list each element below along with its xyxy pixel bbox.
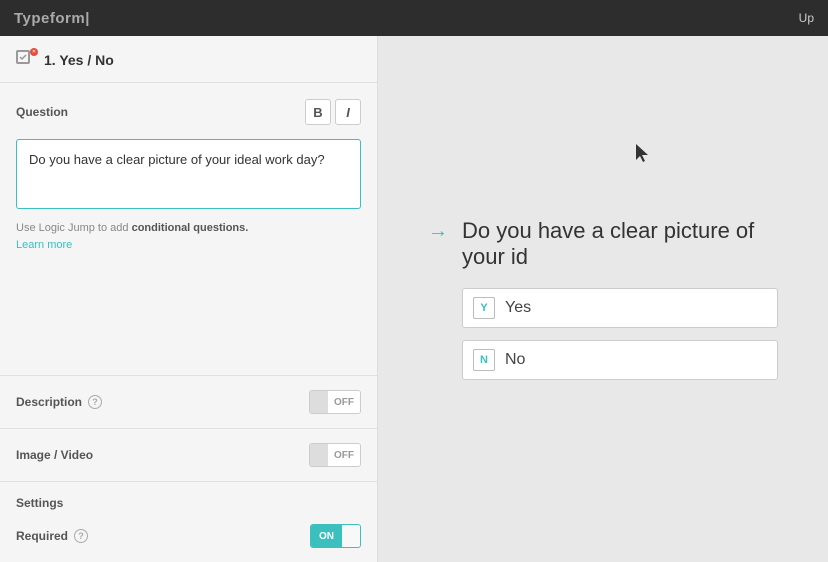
panel-body: Question B I Do you have a clear picture… xyxy=(0,83,377,375)
logo-bar: | xyxy=(85,10,90,27)
question-number-title: 1. Yes / No xyxy=(44,52,114,68)
yes-no-icon: ✕ xyxy=(16,50,36,70)
image-video-row: Image / Video OFF xyxy=(0,428,377,481)
top-bar: Typeform| Up xyxy=(0,0,828,36)
required-row: Required ? ON xyxy=(16,524,361,562)
left-panel: ✕ 1. Yes / No Question B I Do you have a… xyxy=(0,36,378,562)
question-label: Question xyxy=(16,105,68,119)
required-help-icon[interactable]: ? xyxy=(74,529,88,543)
required-label-text: Required xyxy=(16,529,68,543)
question-title: Yes / No xyxy=(59,52,113,68)
preview-options: Y Yes N No xyxy=(462,288,778,380)
settings-title: Settings xyxy=(16,496,361,510)
no-label: No xyxy=(505,351,525,369)
description-help-icon[interactable]: ? xyxy=(88,395,102,409)
toggle-on-label: ON xyxy=(311,525,342,547)
image-video-toggle[interactable]: OFF xyxy=(309,443,361,467)
question-number: 1. xyxy=(44,52,56,68)
check-icon xyxy=(16,50,30,64)
question-header: ✕ 1. Yes / No xyxy=(0,36,377,83)
required-toggle[interactable]: ON xyxy=(310,524,361,548)
bold-button[interactable]: B xyxy=(305,99,331,125)
toggle-handle xyxy=(310,444,328,466)
format-buttons: B I xyxy=(305,99,361,125)
description-toggle[interactable]: OFF xyxy=(309,390,361,414)
yes-option[interactable]: Y Yes xyxy=(462,288,778,328)
top-bar-right: Up xyxy=(799,11,814,25)
settings-section: Settings Required ? ON xyxy=(0,481,377,562)
image-video-label-text: Image / Video xyxy=(16,448,93,462)
right-panel: → Do you have a clear picture of your id… xyxy=(378,36,828,562)
preview-arrow: → xyxy=(428,220,448,243)
main-layout: ✕ 1. Yes / No Question B I Do you have a… xyxy=(0,36,828,562)
description-label: Description ? xyxy=(16,395,102,409)
preview-content: → Do you have a clear picture of your id… xyxy=(428,218,778,380)
x-badge: ✕ xyxy=(30,48,38,56)
toggle-off-label: OFF xyxy=(328,391,360,413)
cursor-indicator xyxy=(636,144,648,162)
question-textarea[interactable]: Do you have a clear picture of your idea… xyxy=(16,139,361,209)
description-label-text: Description xyxy=(16,395,82,409)
toggle-handle xyxy=(310,391,328,413)
image-video-label: Image / Video xyxy=(16,448,93,462)
logo-text: Typeform xyxy=(14,10,85,27)
logic-jump-text: Use Logic Jump to add conditional questi… xyxy=(16,220,361,253)
learn-more-link[interactable]: Learn more xyxy=(16,239,72,251)
preview-question: → Do you have a clear picture of your id xyxy=(428,218,778,270)
description-row: Description ? OFF xyxy=(0,375,377,428)
logic-prefix: Use Logic Jump to add xyxy=(16,222,129,234)
question-section: Question B I Do you have a clear picture… xyxy=(16,99,361,253)
yes-label: Yes xyxy=(505,299,531,317)
preview-question-text: Do you have a clear picture of your id xyxy=(462,218,778,270)
toggle-handle-on xyxy=(342,525,360,547)
italic-button[interactable]: I xyxy=(335,99,361,125)
no-key: N xyxy=(473,349,495,371)
required-label: Required ? xyxy=(16,529,88,543)
yes-key: Y xyxy=(473,297,495,319)
logo: Typeform| xyxy=(14,10,90,27)
no-option[interactable]: N No xyxy=(462,340,778,380)
toggle-off-label: OFF xyxy=(328,444,360,466)
conditional-text: conditional questions. xyxy=(132,222,249,234)
